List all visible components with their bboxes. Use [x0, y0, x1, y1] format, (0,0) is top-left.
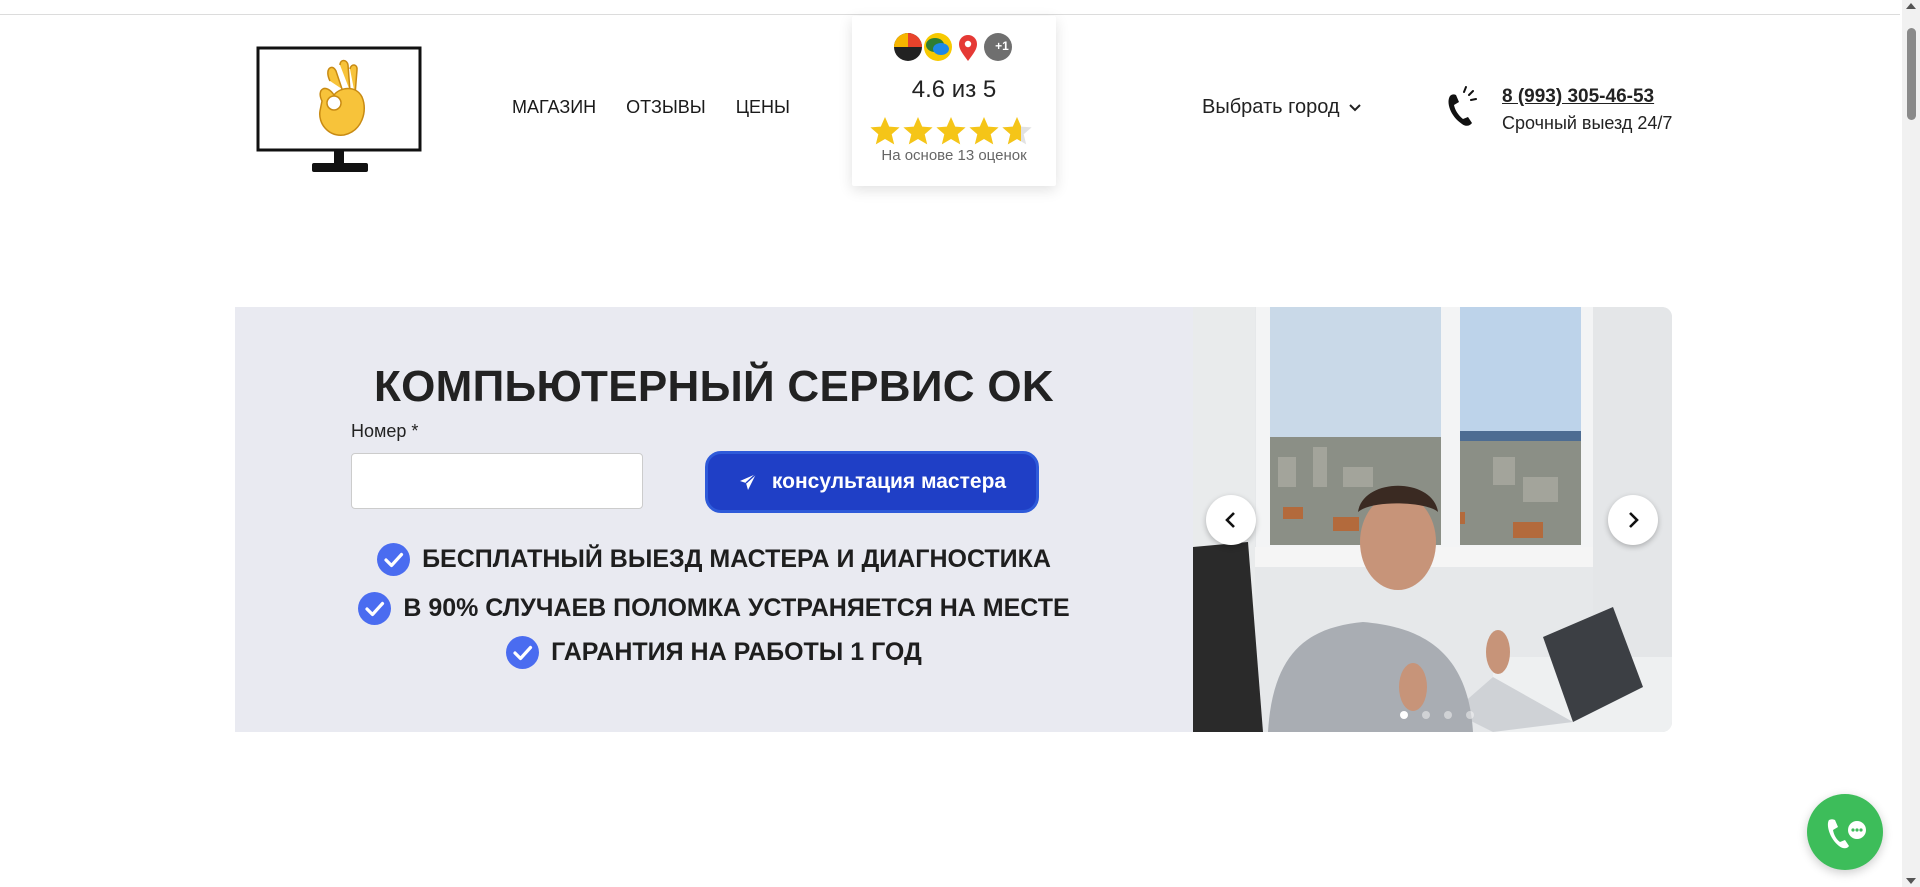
- star-icon: [870, 117, 900, 145]
- feature-text: В 90% СЛУЧАЕВ ПОЛОМКА УСТРАНЯЕТСЯ НА МЕС…: [403, 594, 1070, 622]
- chevron-left-icon: [1225, 512, 1235, 528]
- star-icon: [936, 117, 966, 145]
- city-select-label: Выбрать город: [1202, 96, 1340, 118]
- page-title: КОМПЬЮТЕРНЫЙ СЕРВИС OK: [373, 362, 1054, 411]
- feature-item: В 90% СЛУЧАЕВ ПОЛОМКА УСТРАНЯЕТСЯ НА МЕС…: [235, 592, 1193, 625]
- slider-prev-button[interactable]: [1206, 495, 1256, 545]
- rating-stars: [869, 114, 1039, 148]
- feature-item: ГАРАНТИЯ НА РАБОТЫ 1 ГОД: [235, 636, 1193, 669]
- yandex-icon: [893, 32, 923, 62]
- site-logo[interactable]: [255, 45, 425, 180]
- star-icon: [969, 117, 999, 145]
- phone-ringing-icon: [1448, 86, 1477, 126]
- rating-widget[interactable]: +1 4.6 из 5 На основе 13 оценок: [852, 16, 1056, 186]
- phone-field[interactable]: [351, 453, 643, 509]
- chat-bubbles-icon: [923, 32, 953, 62]
- check-circle-icon: [506, 636, 540, 669]
- slider-dot[interactable]: [1422, 711, 1430, 719]
- photo-slider[interactable]: [1193, 307, 1672, 732]
- main-nav: МАГАЗИН ОТЗЫВЫ ЦЕНЫ: [512, 97, 790, 118]
- feature-text: БЕСПЛАТНЫЙ ВЫЕЗД МАСТЕРА И ДИАГНОСТИКА: [422, 545, 1051, 573]
- slider-dot[interactable]: [1400, 711, 1408, 719]
- feature-text: ГАРАНТИЯ НА РАБОТЫ 1 ГОД: [551, 638, 922, 666]
- check-circle-icon: [377, 543, 411, 576]
- consultation-button[interactable]: консультация мастера: [705, 451, 1039, 513]
- phone-field-label: Номер *: [351, 421, 419, 441]
- phone-subtitle: Срочный выезд 24/7: [1502, 113, 1673, 133]
- scroll-down-arrow-icon[interactable]: [1906, 878, 1916, 884]
- chevron-right-icon: [1629, 512, 1639, 528]
- slider-dot[interactable]: [1444, 711, 1452, 719]
- slide-photo: [1193, 307, 1672, 732]
- phone-number-link[interactable]: 8 (993) 305-46-53: [1502, 86, 1654, 108]
- nav-item-shop[interactable]: МАГАЗИН: [512, 97, 596, 118]
- rating-score: 4.6 из 5: [911, 76, 997, 103]
- floating-call-button[interactable]: [1807, 794, 1883, 870]
- phone-chat-icon: [1827, 819, 1866, 849]
- scrollbar-thumb[interactable]: [1907, 28, 1916, 120]
- slider-next-button[interactable]: [1608, 495, 1658, 545]
- hero-panel: КОМПЬЮТЕРНЫЙ СЕРВИС OK Номер * консульта…: [235, 307, 1193, 732]
- city-select[interactable]: Выбрать город: [1202, 96, 1362, 119]
- nav-item-reviews[interactable]: ОТЗЫВЫ: [626, 97, 706, 118]
- top-divider: [0, 14, 1900, 15]
- slider-dots: [1400, 711, 1474, 719]
- nav-item-prices[interactable]: ЦЕНЫ: [736, 97, 790, 118]
- rating-note: На основе 13 оценок: [881, 147, 1027, 164]
- more-sources-count: +1: [995, 39, 1009, 53]
- half-star-icon: [1002, 117, 1032, 145]
- check-circle-icon: [358, 592, 392, 625]
- page-scrollbar[interactable]: [1902, 0, 1920, 887]
- slider-dot[interactable]: [1466, 711, 1474, 719]
- feature-item: БЕСПЛАТНЫЙ ВЫЕЗД МАСТЕРА И ДИАГНОСТИКА: [235, 543, 1193, 576]
- map-pin-icon: [953, 32, 983, 62]
- paper-plane-icon: [739, 473, 757, 490]
- ok-hand-monitor-icon: [256, 46, 422, 172]
- consultation-button-label: консультация мастера: [771, 470, 1007, 493]
- chevron-down-icon: [1348, 103, 1361, 111]
- star-icon: [903, 117, 933, 145]
- scroll-up-arrow-icon[interactable]: [1906, 3, 1916, 9]
